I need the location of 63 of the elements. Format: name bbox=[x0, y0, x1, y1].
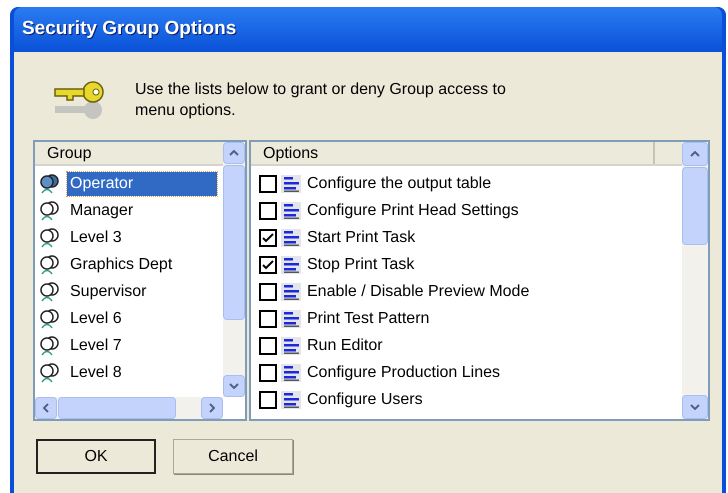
list-item[interactable]: Graphics Dept bbox=[67, 252, 176, 276]
menu-lines-icon bbox=[281, 364, 301, 382]
menu-lines-icon bbox=[281, 228, 301, 246]
list-item[interactable]: Level 6 bbox=[67, 306, 125, 330]
option-label: Enable / Disable Preview Mode bbox=[307, 282, 530, 302]
group-icon bbox=[39, 174, 61, 194]
dialog-button[interactable]: Cancel bbox=[173, 439, 293, 474]
checkbox[interactable] bbox=[259, 256, 277, 274]
list-item[interactable]: Level 3 bbox=[67, 226, 125, 250]
menu-lines-icon bbox=[281, 174, 301, 192]
option-label: Configure the output table bbox=[307, 174, 492, 194]
group-icon bbox=[39, 362, 61, 382]
menu-lines-icon bbox=[281, 310, 301, 328]
vertical-scrollbar[interactable] bbox=[682, 142, 708, 419]
menu-lines-icon bbox=[281, 336, 301, 354]
group-icon bbox=[39, 254, 61, 274]
option-label: Stop Print Task bbox=[307, 254, 414, 274]
scroll-down-button[interactable] bbox=[223, 375, 245, 397]
scroll-up-button[interactable] bbox=[223, 142, 245, 164]
checkbox[interactable] bbox=[259, 390, 277, 408]
scroll-thumb[interactable] bbox=[58, 397, 176, 419]
menu-lines-icon bbox=[281, 256, 301, 274]
checkbox[interactable] bbox=[259, 174, 277, 192]
check-icon bbox=[262, 260, 274, 270]
horizontal-scrollbar[interactable] bbox=[35, 397, 223, 419]
option-label: Start Print Task bbox=[307, 228, 416, 248]
dialog-button[interactable]: OK bbox=[36, 439, 156, 474]
scroll-left-button[interactable] bbox=[35, 397, 57, 419]
checkbox[interactable] bbox=[259, 310, 277, 328]
checkbox[interactable] bbox=[259, 336, 277, 354]
option-label: Run Editor bbox=[307, 336, 383, 356]
column-header: Options bbox=[251, 142, 655, 164]
scroll-up-button[interactable] bbox=[682, 142, 708, 166]
checkbox[interactable] bbox=[259, 202, 277, 220]
instructions-text: Use the lists below to grant or deny Group access to menu options. bbox=[135, 80, 507, 121]
list-item[interactable]: Manager bbox=[67, 198, 136, 222]
scroll-right-button[interactable] bbox=[201, 397, 223, 419]
group-icon bbox=[39, 282, 61, 302]
scroll-thumb[interactable] bbox=[223, 165, 245, 320]
option-label: Configure Users bbox=[307, 390, 423, 410]
menu-lines-icon bbox=[281, 282, 301, 300]
check-icon bbox=[262, 232, 274, 242]
list-item[interactable]: Supervisor bbox=[67, 280, 150, 304]
menu-lines-icon bbox=[281, 390, 301, 408]
list-item[interactable]: Level 7 bbox=[67, 334, 125, 358]
option-label: Configure Production Lines bbox=[307, 362, 500, 382]
column-header: Group bbox=[35, 142, 223, 166]
checkbox[interactable] bbox=[259, 228, 277, 246]
window-title: Security Group Options bbox=[22, 17, 236, 42]
checkbox[interactable] bbox=[259, 364, 277, 382]
option-label: Configure Print Head Settings bbox=[307, 200, 519, 220]
option-label: Print Test Pattern bbox=[307, 308, 430, 328]
menu-lines-icon bbox=[281, 202, 301, 220]
scroll-down-button[interactable] bbox=[682, 395, 708, 419]
group-icon bbox=[39, 336, 61, 356]
vertical-scrollbar[interactable] bbox=[223, 142, 245, 397]
group-icon bbox=[39, 228, 61, 248]
list-item[interactable]: Operator bbox=[67, 172, 217, 196]
list-item[interactable]: Level 8 bbox=[67, 360, 125, 384]
scroll-thumb[interactable] bbox=[682, 167, 708, 245]
checkbox[interactable] bbox=[259, 282, 277, 300]
group-icon bbox=[39, 308, 61, 328]
group-icon bbox=[39, 200, 61, 220]
